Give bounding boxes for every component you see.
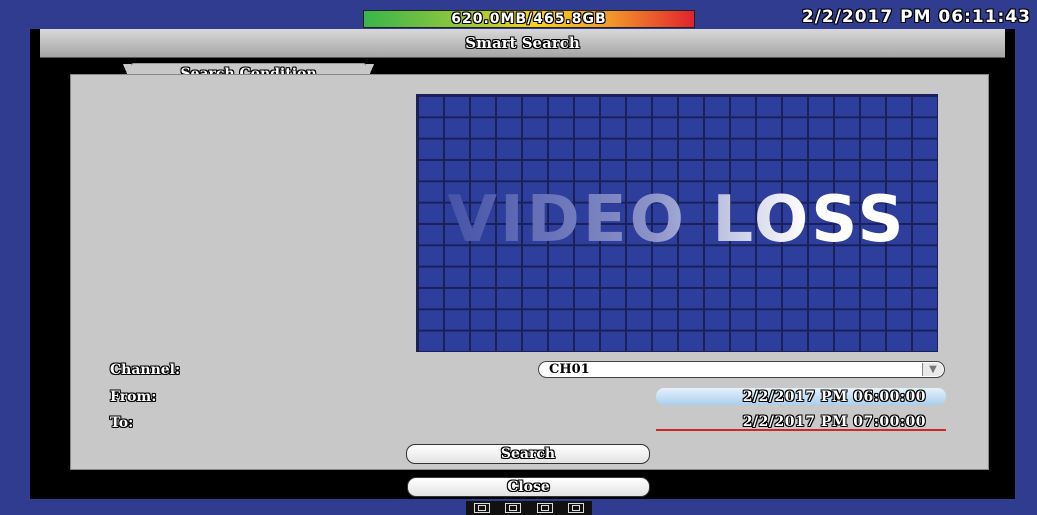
camera-icon[interactable] <box>505 503 522 513</box>
camera-icon[interactable] <box>473 503 490 513</box>
camera-icon[interactable] <box>568 503 585 513</box>
to-label: To: <box>110 415 134 431</box>
window-title: Smart Search <box>465 34 580 52</box>
to-datetime-field[interactable]: 2/2/2017 PM 07:00:00 <box>656 414 946 431</box>
video-preview: VIDEO LOSS <box>416 94 938 352</box>
channel-label: Channel: <box>110 362 181 378</box>
to-datetime-value: 2/2/2017 PM 07:00:00 <box>742 413 926 430</box>
from-label: From: <box>110 389 157 405</box>
storage-usage-text: 620.0MB/465.8GB <box>451 11 607 27</box>
channel-value: CH01 <box>549 362 590 377</box>
smart-search-window: Smart Search Search Condition VIDEO LOSS… <box>30 29 1015 499</box>
video-loss-text: VIDEO LOSS <box>417 183 937 257</box>
storage-usage-bar: 620.0MB/465.8GB <box>363 10 695 28</box>
from-datetime-value: 2/2/2017 PM 06:00:00 <box>742 388 926 405</box>
from-datetime-field[interactable]: 2/2/2017 PM 06:00:00 <box>656 388 946 405</box>
channel-select[interactable]: CH01 ▼ <box>538 361 945 378</box>
system-datetime: 2/2/2017 PM 06:11:43 <box>801 7 1031 27</box>
window-title-bar: Smart Search <box>40 29 1005 58</box>
close-button-label: Close <box>507 479 550 495</box>
camera-icon[interactable] <box>536 503 553 513</box>
close-button[interactable]: Close <box>407 477 650 497</box>
chevron-down-icon[interactable]: ▼ <box>922 363 943 376</box>
search-button[interactable]: Search <box>406 444 650 464</box>
bottom-channel-icons <box>466 501 592 515</box>
search-button-label: Search <box>500 446 556 462</box>
